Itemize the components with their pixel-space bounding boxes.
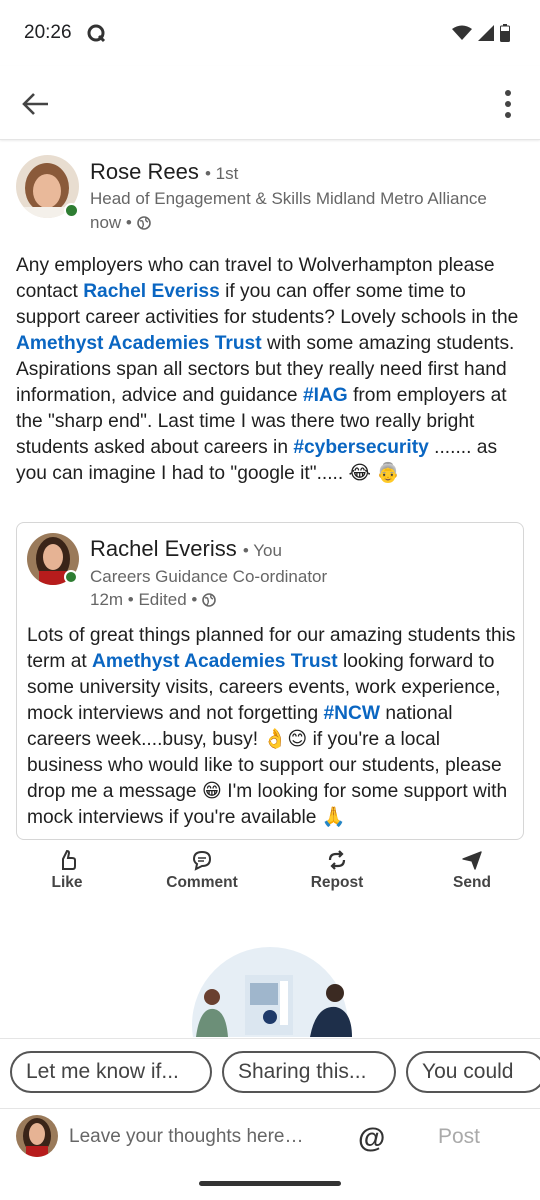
like-button[interactable]: Like bbox=[12, 845, 122, 892]
send-button[interactable]: Send bbox=[417, 845, 527, 892]
send-label: Send bbox=[453, 874, 491, 891]
post-timestamp: now • bbox=[90, 213, 151, 233]
reposted-you-label: • You bbox=[242, 541, 282, 560]
app-bar bbox=[0, 66, 540, 140]
mention-at-icon[interactable]: @ bbox=[358, 1122, 385, 1154]
globe-icon bbox=[137, 216, 151, 230]
notification-app-icon bbox=[87, 24, 106, 43]
hashtag-link[interactable]: #NCW bbox=[324, 703, 381, 724]
hashtag-link[interactable]: #cybersecurity bbox=[293, 437, 428, 458]
post-comment-button[interactable]: Post bbox=[438, 1125, 480, 1149]
comment-icon bbox=[192, 850, 212, 871]
comment-prompt-illustration bbox=[180, 945, 360, 1037]
reposted-author-name[interactable]: Rachel Everiss bbox=[90, 536, 237, 561]
author-name-line[interactable]: Rose Rees • 1st bbox=[90, 159, 238, 185]
repost-icon bbox=[328, 850, 346, 870]
status-icons bbox=[452, 24, 510, 42]
author-headline: Head of Engagement & Skills Midland Metr… bbox=[90, 189, 487, 208]
gesture-nav-handle[interactable] bbox=[199, 1181, 341, 1186]
post-author[interactable]: Rose Rees • 1st Head of Engagement & Ski… bbox=[16, 155, 526, 235]
reposted-post-card[interactable]: Rachel Everiss • You Careers Guidance Co… bbox=[16, 522, 524, 840]
suggestion-chip[interactable]: Let me know if... bbox=[10, 1051, 212, 1093]
reposted-time-text: 12m • Edited • bbox=[90, 590, 198, 609]
globe-icon bbox=[202, 593, 217, 607]
online-status-dot bbox=[64, 203, 79, 218]
comment-button[interactable]: Comment bbox=[147, 845, 257, 892]
post-body-text: Any employers who can travel to Wolverha… bbox=[16, 253, 528, 487]
comment-input[interactable]: Leave your thoughts here… bbox=[69, 1126, 304, 1148]
suggestion-chip[interactable]: Sharing this... bbox=[222, 1051, 396, 1093]
battery-icon bbox=[500, 24, 510, 42]
more-options-icon[interactable] bbox=[498, 86, 518, 122]
post-time-text: now • bbox=[90, 213, 132, 232]
suggestion-chip[interactable]: You could bbox=[406, 1051, 540, 1093]
my-avatar bbox=[16, 1115, 58, 1157]
hashtag-link[interactable]: #IAG bbox=[303, 385, 348, 406]
wifi-icon bbox=[452, 25, 472, 40]
mention-link[interactable]: Amethyst Academies Trust bbox=[92, 651, 338, 672]
mention-link[interactable]: Rachel Everiss bbox=[83, 281, 220, 302]
reposted-timestamp: 12m • Edited • bbox=[90, 590, 217, 610]
like-label: Like bbox=[51, 874, 83, 891]
reposted-author-headline: Careers Guidance Co-ordinator bbox=[90, 567, 328, 586]
author-name[interactable]: Rose Rees bbox=[90, 159, 199, 184]
thumbs-up-icon bbox=[62, 849, 76, 870]
send-icon bbox=[462, 851, 482, 870]
back-arrow-icon[interactable] bbox=[18, 86, 54, 122]
comment-label: Comment bbox=[166, 874, 238, 891]
reposted-online-dot bbox=[64, 570, 78, 584]
reposted-author-line[interactable]: Rachel Everiss • You bbox=[90, 536, 282, 562]
repost-label: Repost bbox=[310, 874, 364, 891]
status-bar: 20:26 bbox=[0, 0, 540, 66]
repost-button[interactable]: Repost bbox=[282, 845, 392, 892]
connection-degree: • 1st bbox=[204, 164, 239, 183]
reposted-body-text: Lots of great things planned for our ama… bbox=[27, 623, 517, 831]
mention-link[interactable]: Amethyst Academies Trust bbox=[16, 333, 262, 354]
suggested-replies: Let me know if... Sharing this... You co… bbox=[0, 1038, 540, 1108]
signal-icon bbox=[478, 25, 494, 41]
status-time: 20:26 bbox=[24, 22, 72, 43]
post-actions: Like Comment Repost Send bbox=[0, 845, 540, 895]
comment-composer: Leave your thoughts here… @ Post bbox=[0, 1108, 540, 1166]
